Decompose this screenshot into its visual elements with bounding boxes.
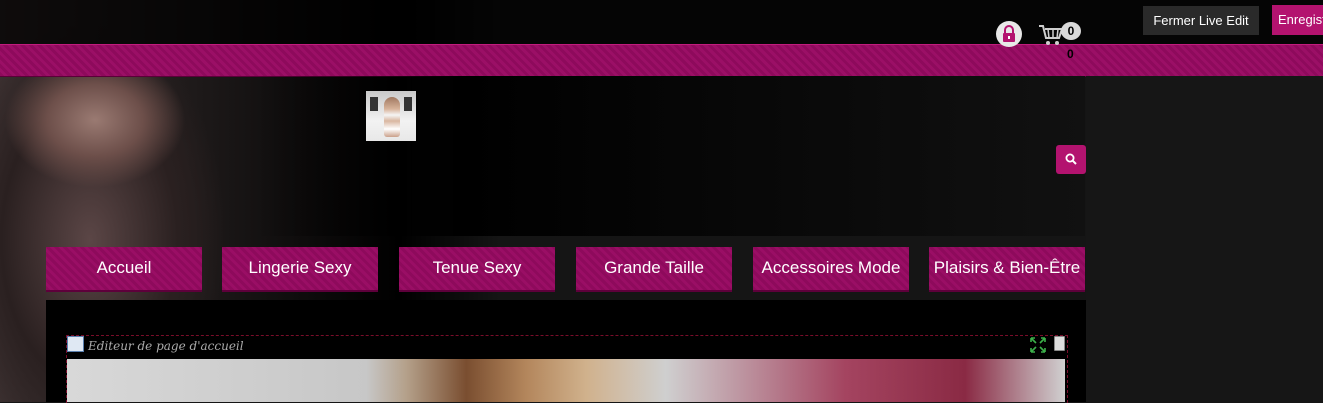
right-gutter	[1086, 76, 1323, 402]
nav-item-accueil[interactable]: Accueil	[46, 247, 202, 292]
nav-item-lingerie-sexy[interactable]: Lingerie Sexy	[222, 247, 378, 292]
page-icon	[67, 336, 84, 352]
header-band	[0, 44, 1323, 77]
search-icon	[1065, 153, 1077, 165]
nav-item-accessoires-mode[interactable]: Accessoires Mode	[753, 247, 909, 292]
logo-window-right	[404, 97, 412, 111]
search-button[interactable]	[1056, 145, 1086, 174]
cart-count-text: 0	[1067, 47, 1074, 61]
close-live-edit-button[interactable]: Fermer Live Edit	[1143, 6, 1259, 35]
cart-icon[interactable]	[1038, 22, 1064, 46]
logo-window-left	[370, 97, 378, 111]
homepage-banner-image	[67, 359, 1065, 402]
trash-icon[interactable]	[1054, 336, 1065, 351]
nav-item-grande-taille[interactable]: Grande Taille	[576, 247, 732, 292]
logo-figure	[384, 97, 400, 137]
cart-count-badge: 0	[1061, 22, 1081, 40]
expand-icon[interactable]	[1030, 337, 1046, 358]
editor-title: Editeur de page d'accueil	[88, 339, 244, 353]
nav-item-plaisirs-bien-etre[interactable]: Plaisirs & Bien-Être	[929, 247, 1085, 292]
top-bar	[0, 0, 1323, 44]
save-button[interactable]: Enregistrer	[1272, 5, 1323, 35]
lock-icon[interactable]	[996, 21, 1022, 47]
shop-logo[interactable]	[366, 91, 416, 141]
nav-item-tenue-sexy[interactable]: Tenue Sexy	[399, 247, 555, 292]
